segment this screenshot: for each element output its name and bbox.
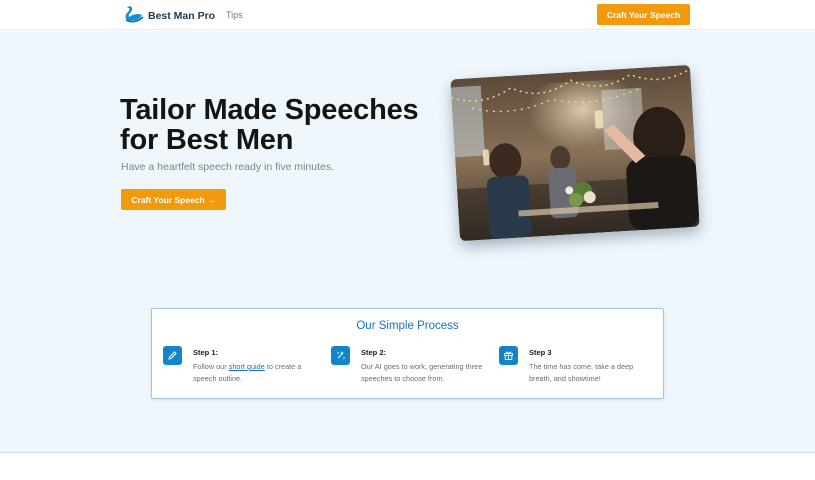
step-3-text: The time has come, take a deep breath, a…	[529, 362, 634, 383]
nav-link-tips[interactable]: Tips	[226, 10, 243, 20]
top-navbar: Best Man Pro Tips Craft Your Speech	[0, 0, 815, 30]
brand-logo-link[interactable]: Best Man Pro	[124, 5, 215, 27]
hero-section: Tailor Made Speeches for Best Men Have a…	[0, 31, 815, 452]
gift-icon	[499, 346, 518, 365]
brand-name: Best Man Pro	[148, 10, 216, 22]
section-divider	[0, 452, 815, 453]
step-3-title: Step 3	[529, 348, 552, 357]
step-1-title: Step 1:	[193, 348, 219, 357]
hero-subtitle: Have a heartfelt speech ready in five mi…	[121, 161, 335, 173]
wedding-toast-photo	[450, 64, 700, 242]
pencil-icon	[163, 346, 182, 365]
step-2-title: Step 2:	[361, 348, 387, 357]
process-card: Our Simple Process Step 1: Follow our sh…	[151, 308, 664, 399]
hero-title: Tailor Made Speeches for Best Men	[120, 94, 419, 156]
craft-speech-hero-button[interactable]: Craft Your Speech →	[121, 189, 226, 210]
short-guide-link[interactable]: short guide	[229, 362, 265, 371]
step-1-text: Follow our short guide to create a speec…	[193, 362, 302, 383]
process-title: Our Simple Process	[356, 320, 459, 332]
step-2-text: Our AI goes to work, generating three sp…	[361, 362, 483, 383]
craft-speech-nav-button[interactable]: Craft Your Speech	[597, 4, 690, 25]
sparkle-icon	[331, 346, 350, 365]
swan-logo-icon	[124, 5, 144, 27]
